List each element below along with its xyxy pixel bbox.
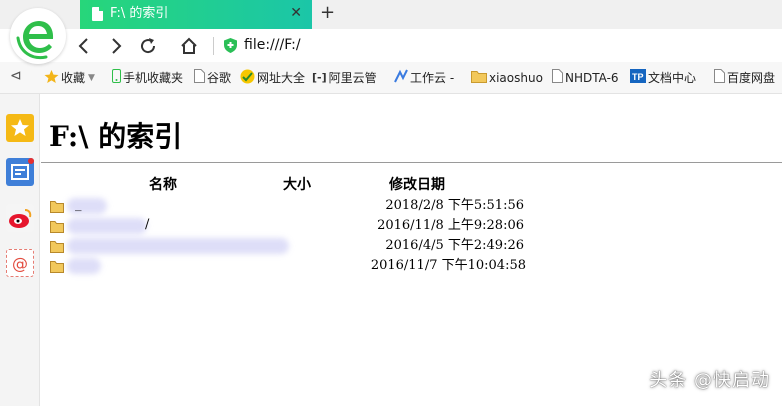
globe-icon — [240, 69, 255, 87]
bookmark-google[interactable]: 谷歌 — [194, 62, 231, 93]
svg-text:@: @ — [12, 254, 28, 273]
blurred-file-name — [67, 198, 107, 214]
tab-title: F:\ 的索引 — [110, 6, 169, 21]
folder-icon — [50, 259, 64, 273]
bookmark-favorites[interactable]: 收藏 ▼ — [44, 62, 95, 93]
modified-date: 2016/11/7 下午10:04:58 — [370, 258, 526, 273]
bookmarks-bar: ⊲ 收藏 ▼ 手机收藏夹 谷歌 网址大全 [-] 阿里云管 工作云 - xiaos… — [0, 62, 782, 94]
back-icon[interactable] — [74, 36, 94, 56]
workcloud-icon — [394, 69, 408, 86]
svg-text:TP: TP — [632, 72, 644, 82]
folder-icon — [50, 239, 64, 253]
aliyun-icon: [-] — [312, 71, 327, 84]
blurred-file-name — [67, 238, 289, 254]
tp-icon: TP — [630, 69, 646, 86]
bookmark-nhdta[interactable]: NHDTA-6 — [552, 62, 619, 93]
modified-date: 2016/4/5 下午2:49:26 — [385, 238, 524, 253]
favorites-star-icon[interactable] — [6, 114, 34, 142]
reload-icon[interactable] — [138, 36, 158, 56]
address-separator — [213, 37, 214, 55]
header-divider — [41, 162, 782, 163]
star-icon — [44, 69, 59, 87]
column-size-header[interactable]: 大小 — [283, 176, 311, 194]
folder-icon — [50, 219, 64, 233]
folder-icon — [471, 70, 487, 86]
blurred-file-name — [67, 258, 101, 274]
table-row[interactable]: 2016/4/5 下午2:49:26 — [41, 236, 782, 256]
sidebar: @ — [0, 94, 40, 406]
bookmark-aliyun[interactable]: [-] 阿里云管 — [312, 62, 377, 93]
new-tab-button[interactable]: + — [320, 3, 335, 23]
column-name-header[interactable]: 名称 — [149, 176, 177, 194]
directory-index: F:\ 的索引 名称 大小 修改日期 _ 2018/2/8 下午5:51:56 … — [41, 94, 782, 406]
sidebar-toggle-icon[interactable]: ⊲ — [10, 68, 22, 84]
table-row[interactable]: _ 2018/2/8 下午5:51:56 — [41, 196, 782, 216]
page-icon — [552, 69, 563, 86]
bookmark-workcloud[interactable]: 工作云 - — [394, 62, 454, 93]
folder-icon — [50, 199, 64, 213]
address-bar[interactable]: file:///F:/ — [244, 36, 301, 54]
page-icon — [92, 7, 103, 21]
file-link[interactable]: / — [145, 217, 149, 233]
tab-strip: F:\ 的索引 ✕ + — [0, 0, 782, 29]
modified-date: 2016/11/8 上午9:28:06 — [377, 218, 524, 233]
bookmark-mobile-favorites[interactable]: 手机收藏夹 — [112, 62, 183, 93]
home-icon[interactable] — [179, 36, 199, 56]
page-icon — [194, 69, 205, 86]
tab-active[interactable]: F:\ 的索引 ✕ — [80, 0, 312, 29]
phone-icon — [112, 69, 121, 86]
file-link[interactable]: _ — [75, 197, 82, 213]
browser-logo[interactable] — [10, 8, 66, 64]
bookmark-url-directory[interactable]: 网址大全 — [240, 62, 305, 93]
table-row[interactable]: / 2016/11/8 上午9:28:06 — [41, 216, 782, 236]
modified-date: 2018/2/8 下午5:51:56 — [385, 198, 524, 213]
page-icon — [714, 69, 725, 86]
bookmark-baidu-pan[interactable]: 百度网盘 — [714, 62, 775, 93]
close-icon[interactable]: ✕ — [290, 5, 302, 21]
mail-icon[interactable]: @ — [6, 249, 34, 277]
watermark: 头条 @快启动 — [649, 370, 770, 391]
page-title: F:\ 的索引 — [49, 120, 183, 153]
bookmark-doc-center[interactable]: TP 文档中心 — [630, 62, 696, 93]
news-icon[interactable] — [6, 158, 34, 186]
navigation-bar: file:///F:/ — [0, 29, 782, 62]
weibo-icon[interactable] — [6, 204, 34, 232]
blurred-file-name — [67, 218, 147, 234]
table-row[interactable]: 2016/11/7 下午10:04:58 — [41, 256, 782, 276]
forward-icon[interactable] — [106, 36, 126, 56]
column-modified-header[interactable]: 修改日期 — [389, 176, 445, 194]
shield-icon[interactable] — [224, 38, 237, 53]
bookmark-xiaoshuo[interactable]: xiaoshuo — [471, 62, 543, 93]
